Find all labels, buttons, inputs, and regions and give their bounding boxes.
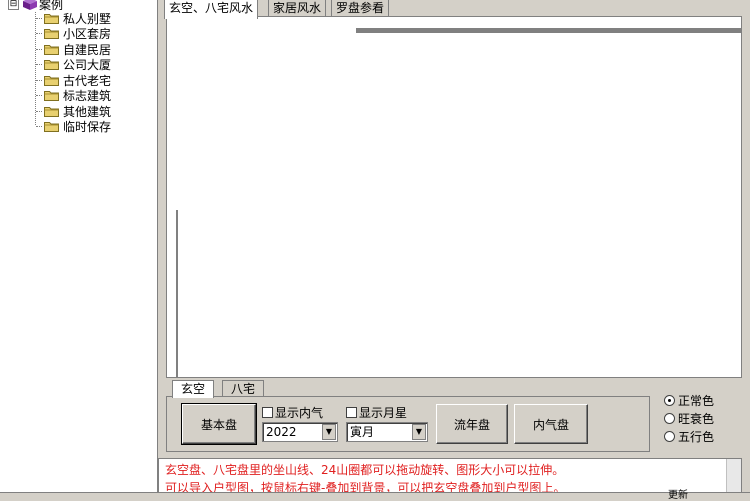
tree-item[interactable]: 公司大厦 <box>36 57 111 73</box>
tree-item[interactable]: 小区套房 <box>36 26 111 42</box>
subtab-label: 玄空 <box>181 382 206 396</box>
folder-icon <box>44 75 59 86</box>
subtab-xuankong[interactable]: 玄空 <box>172 380 215 398</box>
radio-label: 正常色 <box>678 394 715 408</box>
inner-qi-chart-button[interactable]: 内气盘 <box>514 404 588 444</box>
tree-item-label: 临时保存 <box>63 120 112 134</box>
tab-label: 玄空、八宅风水 <box>169 1 254 15</box>
status-bar <box>0 492 750 500</box>
tree-connector <box>36 95 42 96</box>
canvas-left-rule <box>176 210 178 378</box>
button-label: 流年盘 <box>453 417 490 432</box>
tab-label: 罗盘参看 <box>336 1 385 15</box>
folder-icon <box>44 106 59 117</box>
annual-chart-button[interactable]: 流年盘 <box>436 404 508 444</box>
info-scrollbar[interactable] <box>726 459 741 495</box>
button-label: 内气盘 <box>532 417 569 432</box>
tree-item-label: 古代老宅 <box>63 73 112 88</box>
folder-icon <box>44 60 59 70</box>
year-value: 2022 <box>266 425 297 439</box>
radio-button[interactable] <box>664 413 675 424</box>
folder-icon <box>44 91 59 101</box>
radio-label: 五行色 <box>678 430 715 444</box>
tree-item-label: 公司大厦 <box>63 58 112 72</box>
tree-connector <box>36 17 42 19</box>
radio-button[interactable] <box>664 395 675 406</box>
checkbox-box[interactable] <box>262 407 273 418</box>
color-mode-radio[interactable]: 正常色 <box>664 392 714 409</box>
collapse-toggle[interactable]: ⊟ <box>8 0 19 10</box>
show-month-star-checkbox[interactable]: 显示月星 <box>346 404 407 421</box>
chart-canvas[interactable] <box>166 16 742 378</box>
tree-item-label: 标志建筑 <box>63 89 112 103</box>
purple-cube-icon <box>23 0 37 10</box>
year-select[interactable]: 2022 ▼ <box>262 422 338 442</box>
info-line: 玄空盘、八宅盘里的坐山线、24山圈都可以拖动旋转、图形大小可以拉伸。 <box>165 463 565 477</box>
button-label: 基本盘 <box>200 417 237 432</box>
tree-item[interactable]: 古代老宅 <box>36 72 111 88</box>
folder-icon <box>44 122 59 132</box>
tab-home-fengshui[interactable]: 家居风水 <box>268 0 327 17</box>
tab-compass-reference[interactable]: 罗盘参看 <box>331 0 390 17</box>
tree-connector <box>36 79 42 81</box>
tree-item-label: 自建民居 <box>63 42 112 57</box>
tree-connector <box>36 48 42 50</box>
color-mode-radio[interactable]: 旺衰色 <box>664 410 714 427</box>
chevron-down-icon[interactable]: ▼ <box>412 424 426 440</box>
tab-label: 家居风水 <box>273 1 322 15</box>
tree-item-label: 小区套房 <box>63 27 112 41</box>
tree-item[interactable]: 其他建筑 <box>36 103 111 119</box>
radio-button[interactable] <box>664 431 675 442</box>
checkbox-label: 显示月星 <box>359 406 408 420</box>
tree-connector <box>36 64 42 65</box>
tree-item[interactable]: 临时保存 <box>36 119 111 135</box>
tree-connector <box>36 33 42 34</box>
tree-item-label: 私人别墅 <box>63 11 112 26</box>
status-text: 更新 <box>668 490 688 501</box>
info-text-box[interactable]: 玄空盘、八宅盘里的坐山线、24山圈都可以拖动旋转、图形大小可以拉伸。 可以导入户… <box>158 458 742 496</box>
color-mode-group: 正常色 旺衰色 五行色 <box>656 386 744 446</box>
tree-connector <box>36 126 42 127</box>
basic-chart-button[interactable]: 基本盘 <box>181 403 257 445</box>
tree-item[interactable]: 自建民居 <box>36 41 111 57</box>
canvas-top-rule <box>356 28 742 33</box>
tree-item-label: 其他建筑 <box>63 104 112 119</box>
tree-item[interactable]: 私人别墅 <box>36 10 111 26</box>
tab-xuankong-bazhai[interactable]: 玄空、八宅风水 <box>164 0 259 19</box>
checkbox-label: 显示内气 <box>275 406 324 420</box>
month-select[interactable]: 寅月 ▼ <box>346 422 428 442</box>
show-inner-qi-checkbox[interactable]: 显示内气 <box>262 404 323 421</box>
tree-item[interactable]: 标志建筑 <box>36 88 111 104</box>
month-value: 寅月 <box>350 425 375 439</box>
folder-icon <box>44 44 59 55</box>
folder-icon <box>44 29 59 39</box>
case-tree-panel[interactable]: ⊟ 案例 私人别墅 小区套房 自建民居 公司大厦 古代老宅 标志建筑 其他建筑 临时保存 <box>0 0 158 492</box>
subtab-label: 八宅 <box>231 382 256 396</box>
color-mode-radio[interactable]: 五行色 <box>664 428 714 445</box>
chevron-down-icon[interactable]: ▼ <box>322 424 336 440</box>
checkbox-box[interactable] <box>346 407 357 418</box>
folder-icon <box>44 13 59 24</box>
radio-label: 旺衰色 <box>678 412 715 426</box>
tree-connector <box>36 110 42 112</box>
